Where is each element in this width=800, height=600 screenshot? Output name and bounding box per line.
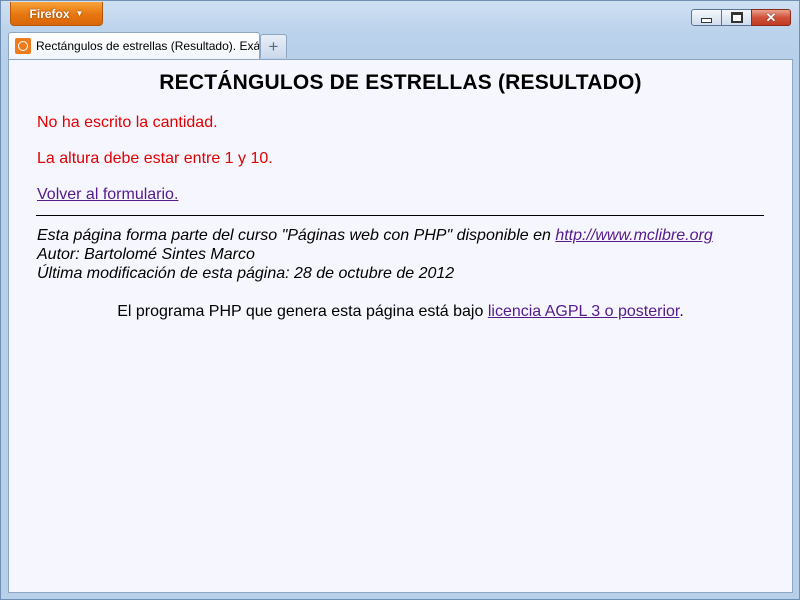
close-button[interactable]: ✕: [751, 9, 791, 26]
firefox-menu-label: Firefox: [29, 6, 70, 21]
minimize-icon: [701, 18, 712, 23]
mclibre-link[interactable]: http://www.mclibre.org: [555, 227, 712, 244]
new-tab-button[interactable]: +: [260, 34, 287, 58]
minimize-button[interactable]: [691, 9, 722, 26]
license-notice: El programa PHP que genera esta página e…: [9, 303, 792, 321]
chevron-down-icon: ▼: [75, 9, 84, 18]
maximize-icon: [730, 12, 743, 23]
plus-icon: +: [268, 36, 279, 56]
active-tab[interactable]: Rectángulos de estrellas (Resultado). Ex…: [8, 32, 260, 59]
tab-title: Rectángulos de estrellas (Resultado). Ex…: [36, 39, 259, 53]
firefox-menu-button[interactable]: Firefox ▼: [10, 2, 103, 26]
error-message-height: La altura debe estar entre 1 y 10.: [37, 150, 273, 167]
error-message-quantity: No ha escrito la cantidad.: [37, 114, 218, 131]
back-to-form-link[interactable]: Volver al formulario.: [37, 186, 178, 204]
license-text: El programa PHP que genera esta página e…: [117, 303, 488, 320]
page-footer: Esta página forma parte del curso "Págin…: [37, 226, 713, 283]
author-line: Autor: Bartolomé Sintes Marco: [37, 246, 255, 263]
course-line: Esta página forma parte del curso "Págin…: [37, 226, 713, 245]
page-content: RECTÁNGULOS DE ESTRELLAS (RESULTADO) No …: [8, 59, 793, 593]
divider: [36, 215, 764, 216]
page-title: RECTÁNGULOS DE ESTRELLAS (RESULTADO): [159, 71, 642, 94]
maximize-button[interactable]: [721, 9, 752, 26]
license-link[interactable]: licencia AGPL 3 o posterior: [488, 303, 680, 320]
license-suffix: .: [679, 303, 684, 320]
close-icon: ✕: [765, 10, 777, 25]
course-text: Esta página forma parte del curso "Págin…: [37, 227, 556, 244]
page-favicon-icon: [15, 38, 31, 54]
browser-window: Firefox ▼ ✕ Rectángulos de estrellas (Re…: [0, 0, 800, 600]
window-controls: ✕: [691, 9, 791, 26]
modified-line: Última modificación de esta página: 28 d…: [37, 265, 455, 282]
